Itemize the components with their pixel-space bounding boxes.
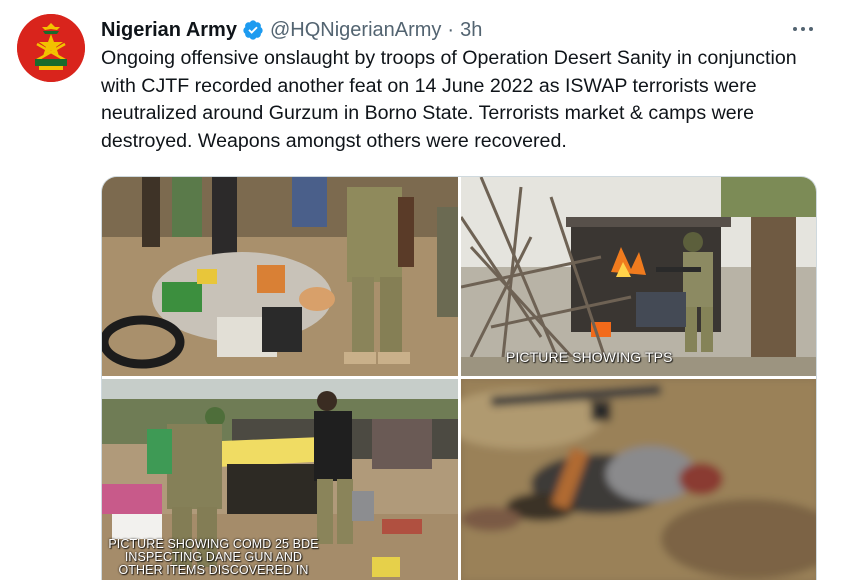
tweet[interactable]: Nigerian Army @HQNigerianArmy · 3h Ongoi…: [0, 0, 843, 580]
separator-dot: ·: [447, 18, 455, 41]
photo-caption: PICTURE SHOWING TPS: [506, 349, 673, 365]
user-handle[interactable]: @HQNigerianArmy: [270, 19, 441, 42]
army-crest-icon: [17, 14, 85, 82]
photo-commander-inspection[interactable]: PICTURE SHOWING COMD 25 BDE INSPECTING D…: [102, 379, 458, 580]
media-grid: PICTURE SHOWING TPS PICTURE SHOWING COMD…: [101, 176, 817, 580]
avatar[interactable]: [17, 14, 85, 82]
photo-caption: PICTURE SHOWING COMD 25 BDE INSPECTING D…: [108, 537, 319, 577]
tweet-text: Ongoing offensive onslaught by troops of…: [101, 47, 797, 152]
photo-blurred[interactable]: [461, 379, 816, 580]
photo-burning-camp[interactable]: PICTURE SHOWING TPS: [461, 177, 816, 376]
timestamp[interactable]: 3h: [460, 19, 482, 42]
photo-recovered-items[interactable]: [102, 177, 458, 376]
more-options-icon[interactable]: [786, 18, 820, 40]
tweet-header: Nigerian Army @HQNigerianArmy · 3h: [101, 14, 482, 46]
verified-badge-icon: [242, 19, 264, 41]
display-name[interactable]: Nigerian Army: [101, 19, 237, 42]
